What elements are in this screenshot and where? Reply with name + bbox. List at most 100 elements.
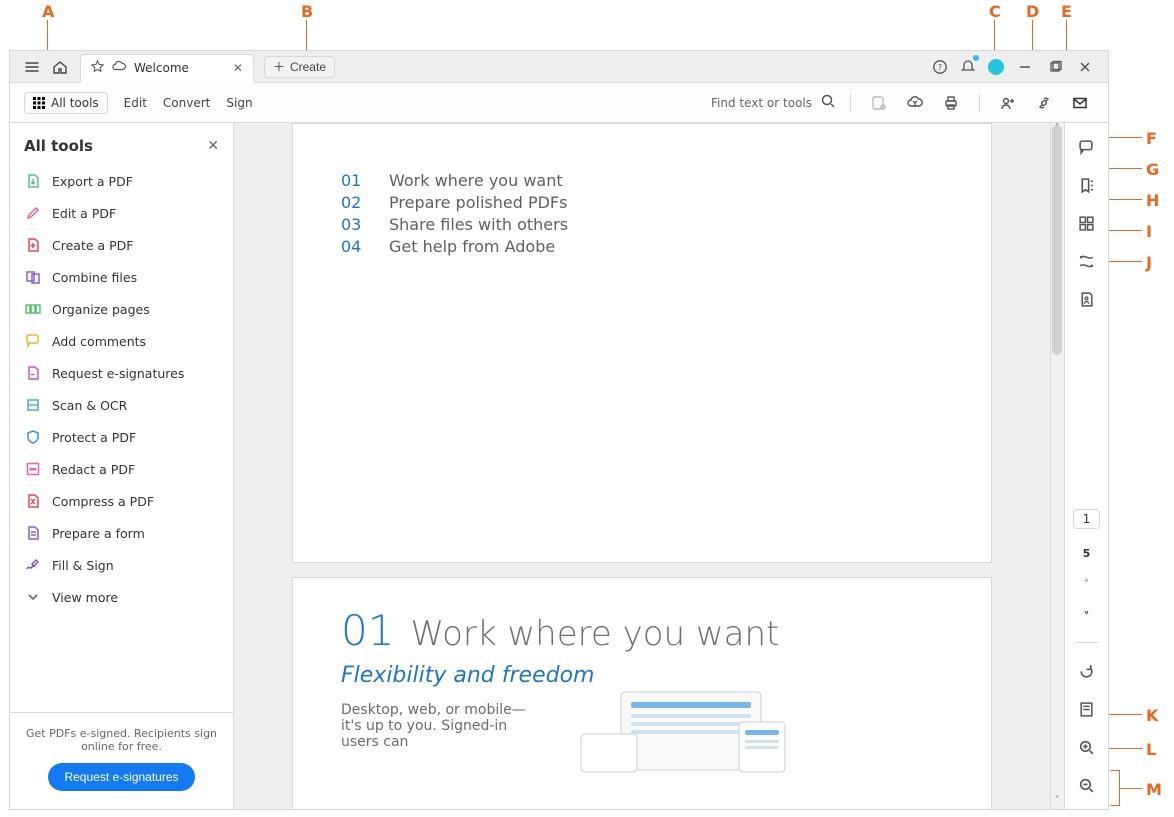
export-icon (24, 172, 42, 190)
request-esignatures-button[interactable]: Request e-signatures (48, 763, 194, 791)
notifications-icon[interactable] (954, 53, 982, 81)
document-viewport[interactable]: A 01Work where you want 02Prepare polish… (234, 123, 1064, 809)
callout-line-G (1104, 168, 1142, 169)
layers-panel-icon[interactable] (1077, 251, 1097, 271)
search-icon[interactable] (820, 93, 836, 112)
sidebar-tool-fillsign[interactable]: Fill & Sign (10, 549, 233, 581)
callout-J: J (1146, 253, 1152, 272)
callout-B: B (301, 2, 313, 21)
compress-icon (24, 492, 42, 510)
rotate-view-icon[interactable] (1077, 661, 1097, 681)
tool-label: View more (52, 590, 118, 605)
page-total: 5 (1083, 547, 1091, 560)
help-icon[interactable]: ? (926, 53, 954, 81)
tool-label: Export a PDF (52, 174, 133, 189)
selection-tool-icon[interactable] (865, 89, 893, 117)
add-person-icon[interactable] (994, 89, 1022, 117)
create-label: Create (290, 60, 326, 74)
accessibility-panel-icon[interactable] (1077, 289, 1097, 309)
sidebar-tool-create[interactable]: Create a PDF (10, 229, 233, 261)
search-hint: Find text or tools (711, 96, 812, 110)
page-current[interactable]: 1 (1073, 509, 1101, 529)
home-icon[interactable] (46, 53, 74, 81)
window-close-icon[interactable] (1070, 53, 1100, 81)
vertical-scrollbar[interactable]: ˄ ˅ (1050, 123, 1064, 809)
send-email-icon[interactable] (1066, 89, 1094, 117)
scroll-down-icon[interactable]: ˅ (1050, 795, 1064, 809)
star-icon[interactable] (91, 60, 104, 76)
window-minimize-icon[interactable] (1010, 53, 1040, 81)
sidebar-tool-more[interactable]: View more (10, 581, 233, 613)
notification-dot-icon (973, 55, 979, 61)
callout-line-F (1104, 137, 1142, 138)
window-maximize-icon[interactable] (1040, 53, 1070, 81)
svg-text:?: ? (938, 63, 942, 72)
hamburger-menu-icon[interactable] (18, 53, 46, 81)
sidebar-tool-form[interactable]: Prepare a form (10, 517, 233, 549)
sidebar-tool-signature[interactable]: Request e-signatures (10, 357, 233, 389)
sidebar-tool-combine[interactable]: Combine files (10, 261, 233, 293)
more-icon (24, 588, 42, 606)
app-body: All tools ✕ Export a PDFEdit a PDFCreate… (10, 123, 1108, 809)
all-tools-button[interactable]: All tools (24, 92, 108, 114)
signature-icon (24, 364, 42, 382)
zoom-out-icon[interactable] (1077, 775, 1097, 795)
callout-A: A (42, 2, 54, 21)
sidebar-tool-protect[interactable]: Protect a PDF (10, 421, 233, 453)
callout-E: E (1061, 2, 1072, 21)
bracket-M (1110, 770, 1120, 806)
tool-label: Create a PDF (52, 238, 134, 253)
sidebar-tool-export[interactable]: Export a PDF (10, 165, 233, 197)
sidebar-tool-comment[interactable]: Add comments (10, 325, 233, 357)
menu-convert[interactable]: Convert (163, 96, 210, 110)
all-tools-panel: All tools ✕ Export a PDFEdit a PDFCreate… (10, 123, 234, 809)
document-tab[interactable]: Welcome ✕ (80, 54, 254, 83)
print-icon[interactable] (937, 89, 965, 117)
callout-line-A (47, 20, 48, 53)
callout-K: K (1146, 706, 1158, 725)
sidebar-tool-scan[interactable]: Scan & OCR (10, 389, 233, 421)
edit-icon (24, 204, 42, 222)
page-next-icon[interactable]: ˅ (1084, 610, 1090, 624)
sidebar-close-icon[interactable]: ✕ (207, 138, 219, 154)
tool-label: Prepare a form (52, 526, 145, 541)
callout-M: M (1146, 780, 1162, 799)
page-prev-icon[interactable]: ˄ (1084, 578, 1090, 592)
callout-line-M (1120, 788, 1142, 789)
toc-row: 04Get help from Adobe (341, 237, 943, 256)
fillsign-icon (24, 556, 42, 574)
combine-icon (24, 268, 42, 286)
callout-line-H (1104, 199, 1142, 200)
tab-title: Welcome (134, 61, 189, 75)
scroll-thumb[interactable] (1052, 125, 1062, 355)
sidebar-tool-compress[interactable]: Compress a PDF (10, 485, 233, 517)
redact-icon (24, 460, 42, 478)
organize-icon (24, 300, 42, 318)
menu-edit[interactable]: Edit (124, 96, 147, 110)
create-button[interactable]: ＋ Create (264, 56, 335, 78)
tool-label: Compress a PDF (52, 494, 154, 509)
cloud-save-icon[interactable] (901, 89, 929, 117)
tab-close-icon[interactable]: ✕ (233, 61, 243, 75)
menu-sign[interactable]: Sign (226, 96, 252, 110)
sidebar-tool-redact[interactable]: Redact a PDF (10, 453, 233, 485)
all-tools-label: All tools (51, 96, 99, 110)
title-bar: Welcome ✕ ＋ Create ? (10, 51, 1108, 83)
share-link-icon[interactable] (1030, 89, 1058, 117)
bookmarks-panel-icon[interactable] (1077, 175, 1097, 195)
app-window: Welcome ✕ ＋ Create ? (9, 50, 1109, 810)
comments-panel-icon[interactable] (1077, 137, 1097, 157)
tool-label: Edit a PDF (52, 206, 116, 221)
zoom-in-icon[interactable] (1077, 737, 1097, 757)
document-page-1: 01Work where you want 02Prepare polished… (292, 123, 992, 563)
callout-line-L (1104, 748, 1142, 749)
section-body: Desktop, web, or mobile—it's up to you. … (341, 702, 541, 750)
thumbnails-panel-icon[interactable] (1077, 213, 1097, 233)
toc-row: 01Work where you want (341, 171, 943, 190)
sidebar-tool-edit[interactable]: Edit a PDF (10, 197, 233, 229)
tool-label: Add comments (52, 334, 146, 349)
cloud-icon (112, 59, 126, 76)
account-avatar[interactable] (982, 53, 1010, 81)
page-display-icon[interactable] (1077, 699, 1097, 719)
sidebar-tool-organize[interactable]: Organize pages (10, 293, 233, 325)
